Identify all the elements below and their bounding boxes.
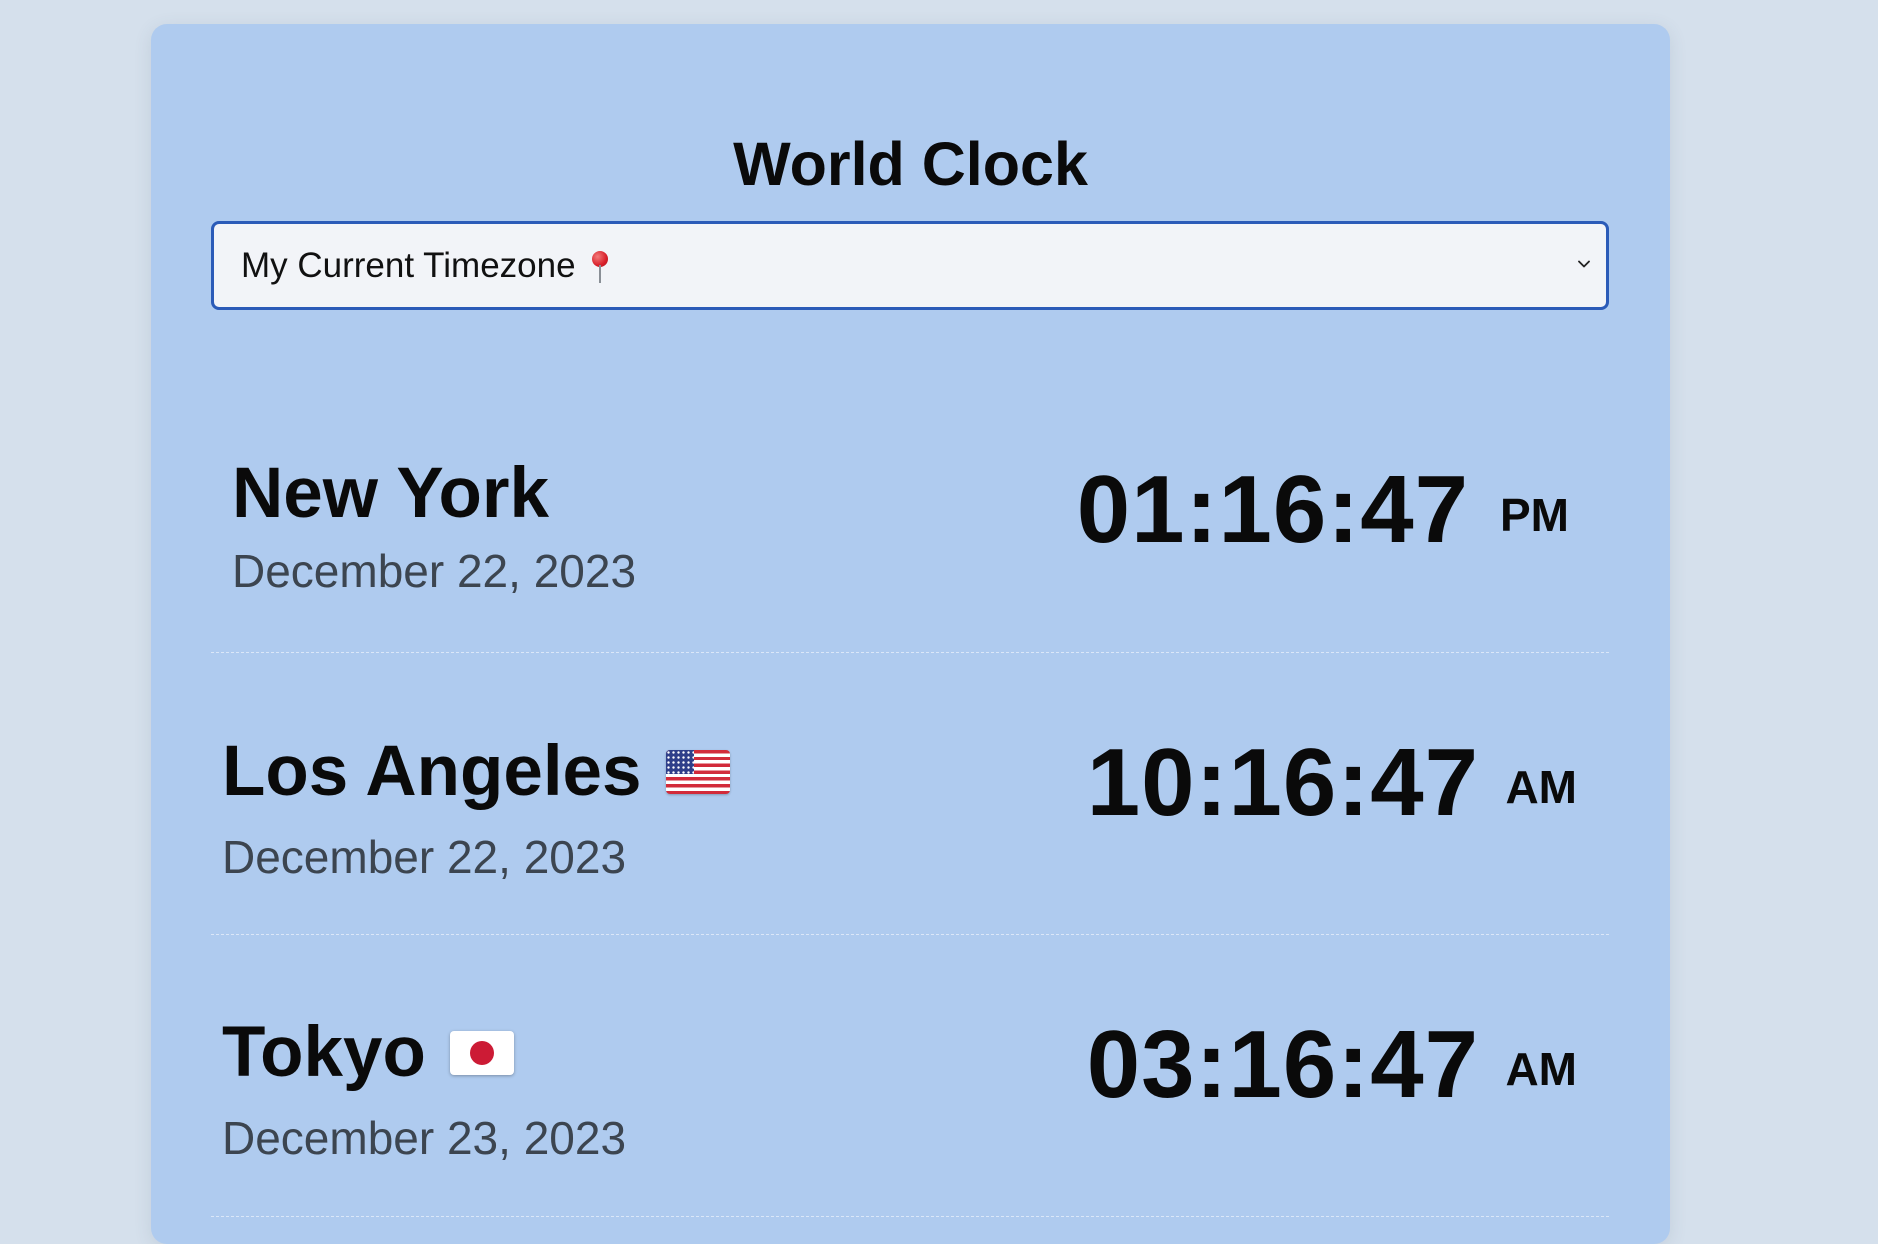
city-time: 01:16:47 xyxy=(1076,456,1469,563)
city-name: New York xyxy=(232,454,549,534)
city-date: December 23, 2023 xyxy=(222,1112,627,1164)
city-name-text: Los Angeles xyxy=(222,732,642,811)
city-time: 03:16:47 xyxy=(1086,1011,1479,1118)
city-time: 10:16:47 xyxy=(1086,729,1479,836)
city-name-text: Tokyo xyxy=(222,1013,426,1092)
japan-flag-icon xyxy=(449,1031,514,1075)
city-ampm: PM xyxy=(1500,489,1569,541)
us-flag-icon xyxy=(665,750,730,794)
timezone-select-value: My Current Timezone xyxy=(241,245,576,285)
city-ampm: AM xyxy=(1505,1043,1577,1095)
round-pushpin-icon xyxy=(590,250,610,285)
clock-row-new-york: New York December 22, 2023 01:16:47 PM xyxy=(211,370,1609,653)
timezone-select[interactable]: My Current Timezone xyxy=(211,221,1609,310)
city-name: Tokyo xyxy=(222,1013,514,1093)
clock-row-tokyo: Tokyo December 23, 2023 03:16:47 AM xyxy=(211,934,1609,1217)
chevron-down-icon xyxy=(1578,260,1590,268)
world-clock-card: World Clock My Current Timezone New York… xyxy=(151,24,1670,1244)
city-name-text: New York xyxy=(232,454,550,533)
city-date: December 22, 2023 xyxy=(232,545,637,597)
city-name: Los Angeles xyxy=(222,732,730,812)
clock-row-los-angeles: Los Angeles December 22, 2023 10:16:47 A… xyxy=(211,652,1609,935)
page-title: World Clock xyxy=(733,130,1088,198)
city-date: December 22, 2023 xyxy=(222,831,627,883)
city-ampm: AM xyxy=(1505,761,1577,813)
